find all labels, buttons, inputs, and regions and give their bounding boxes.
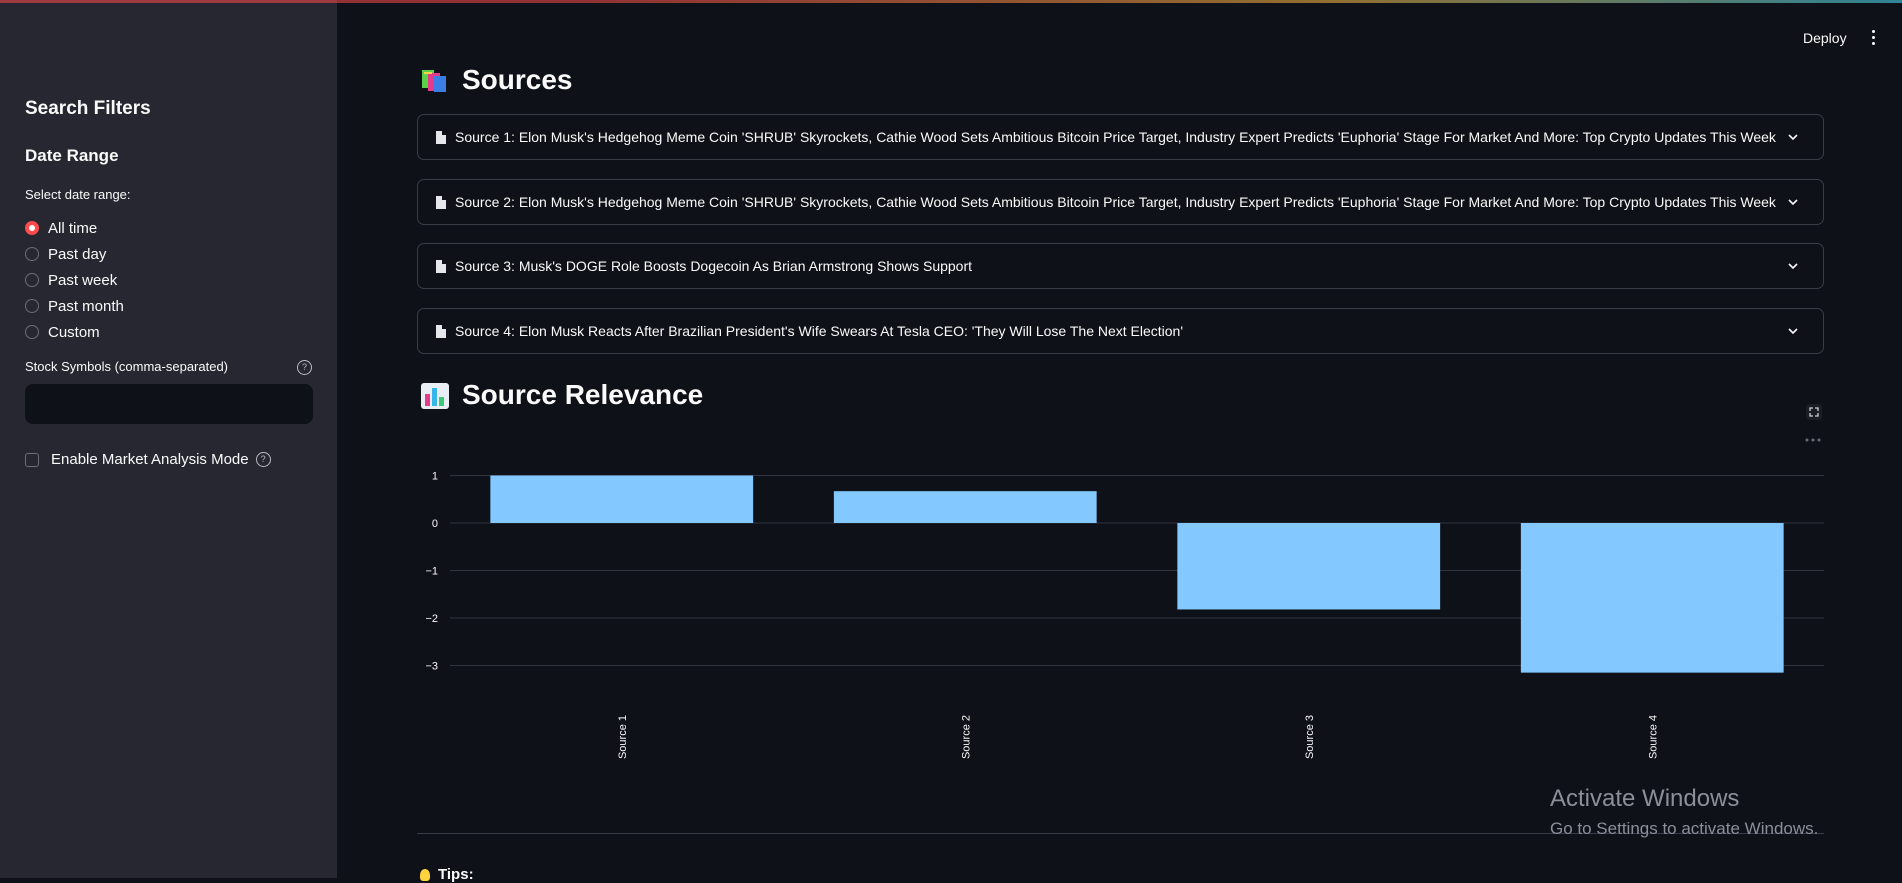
- date-range-radio-group: All time Past day Past week Past month C…: [25, 215, 124, 345]
- sidebar: Search Filters Date Range Select date ra…: [0, 0, 337, 878]
- x-tick-label: Source 1: [617, 715, 629, 759]
- bar-source-1[interactable]: [490, 475, 754, 524]
- stock-symbols-input[interactable]: [25, 384, 313, 424]
- x-tick-label: Source 4: [1647, 715, 1659, 759]
- sources-heading-text: Sources: [462, 64, 573, 95]
- source-expander-4[interactable]: Source 4: Elon Musk Reacts After Brazili…: [417, 308, 1824, 354]
- source-title: Source 1: Elon Musk's Hedgehog Meme Coin…: [455, 129, 1776, 145]
- bar-source-4[interactable]: [1520, 523, 1784, 673]
- radio-custom[interactable]: Custom: [25, 319, 124, 345]
- radio-unchecked-icon: [25, 299, 39, 313]
- help-icon[interactable]: ?: [255, 452, 271, 467]
- radio-unchecked-icon: [25, 273, 39, 287]
- y-tick-label: 1: [432, 471, 438, 483]
- chevron-down-icon: [1788, 134, 1798, 141]
- lightbulb-icon: [420, 868, 430, 881]
- tips-text: Tips:: [438, 866, 474, 883]
- y-tick-label: −3: [425, 661, 438, 673]
- chart-menu-icon[interactable]: [1803, 437, 1823, 443]
- radio-label: Past month: [48, 297, 124, 315]
- radio-label: Past day: [48, 245, 107, 263]
- y-tick-label: −1: [425, 566, 438, 578]
- top-decoration-bar: [0, 0, 1902, 3]
- y-tick-label: 0: [432, 518, 438, 530]
- x-tick-label: Source 2: [960, 715, 972, 759]
- source-title: Source 3: Musk's DOGE Role Boosts Dogeco…: [455, 258, 973, 274]
- radio-past-day[interactable]: Past day: [25, 241, 124, 267]
- date-range-label: Select date range:: [25, 187, 131, 202]
- y-tick-label: −2: [425, 613, 438, 625]
- market-analysis-label: Enable Market Analysis Mode: [51, 451, 249, 468]
- chevron-down-icon: [1788, 263, 1798, 270]
- radio-label: All time: [48, 219, 98, 237]
- radio-all-time[interactable]: All time: [25, 215, 124, 241]
- relevance-bar-chart: 1 0 −1 −2 −3 Source 1 Source 2 Source 3 Source 4: [425, 471, 1824, 759]
- books-icon: [420, 67, 450, 93]
- document-icon: [436, 195, 446, 209]
- sidebar-title: Search Filters: [25, 98, 151, 119]
- bar-source-3[interactable]: [1177, 523, 1441, 610]
- relevance-heading: Source Relevance: [420, 379, 703, 411]
- source-expander-2[interactable]: Source 2: Elon Musk's Hedgehog Meme Coin…: [417, 179, 1824, 225]
- windows-activation-watermark: Activate Windows Go to Settings to activ…: [1550, 785, 1818, 839]
- bar-source-2[interactable]: [833, 491, 1097, 523]
- document-icon: [436, 130, 446, 144]
- radio-unchecked-icon: [25, 247, 39, 261]
- document-icon: [436, 324, 446, 338]
- chevron-down-icon: [1788, 199, 1798, 206]
- document-icon: [436, 259, 446, 273]
- source-expander-1[interactable]: Source 1: Elon Musk's Hedgehog Meme Coin…: [417, 114, 1824, 160]
- radio-label: Custom: [48, 323, 100, 341]
- chevron-down-icon: [1788, 328, 1798, 335]
- deploy-button[interactable]: Deploy: [1803, 30, 1847, 46]
- fullscreen-icon[interactable]: [1806, 404, 1822, 420]
- source-expander-3[interactable]: Source 3: Musk's DOGE Role Boosts Dogeco…: [417, 243, 1824, 289]
- main-menu-icon[interactable]: [1871, 30, 1877, 46]
- radio-label: Past week: [48, 271, 118, 289]
- radio-unchecked-icon: [25, 325, 39, 339]
- help-icon[interactable]: ?: [297, 360, 312, 375]
- bar-chart-icon: [420, 382, 450, 409]
- date-range-heading: Date Range: [25, 146, 119, 165]
- source-title: Source 4: Elon Musk Reacts After Brazili…: [455, 323, 1184, 339]
- radio-checked-icon: [25, 221, 39, 235]
- market-analysis-checkbox[interactable]: Enable Market Analysis Mode ?: [25, 451, 271, 468]
- tips-heading: Tips:: [420, 866, 474, 883]
- x-tick-label: Source 3: [1304, 715, 1316, 759]
- sources-heading: Sources: [420, 64, 573, 96]
- checkbox-icon[interactable]: [25, 452, 39, 467]
- stock-symbols-label: Stock Symbols (comma-separated): [25, 359, 229, 374]
- radio-past-week[interactable]: Past week: [25, 267, 124, 293]
- relevance-heading-text: Source Relevance: [462, 379, 704, 410]
- source-title: Source 2: Elon Musk's Hedgehog Meme Coin…: [455, 194, 1776, 210]
- watermark-subtitle: Go to Settings to activate Windows.: [1550, 819, 1819, 838]
- watermark-title: Activate Windows: [1550, 785, 1740, 812]
- radio-past-month[interactable]: Past month: [25, 293, 124, 319]
